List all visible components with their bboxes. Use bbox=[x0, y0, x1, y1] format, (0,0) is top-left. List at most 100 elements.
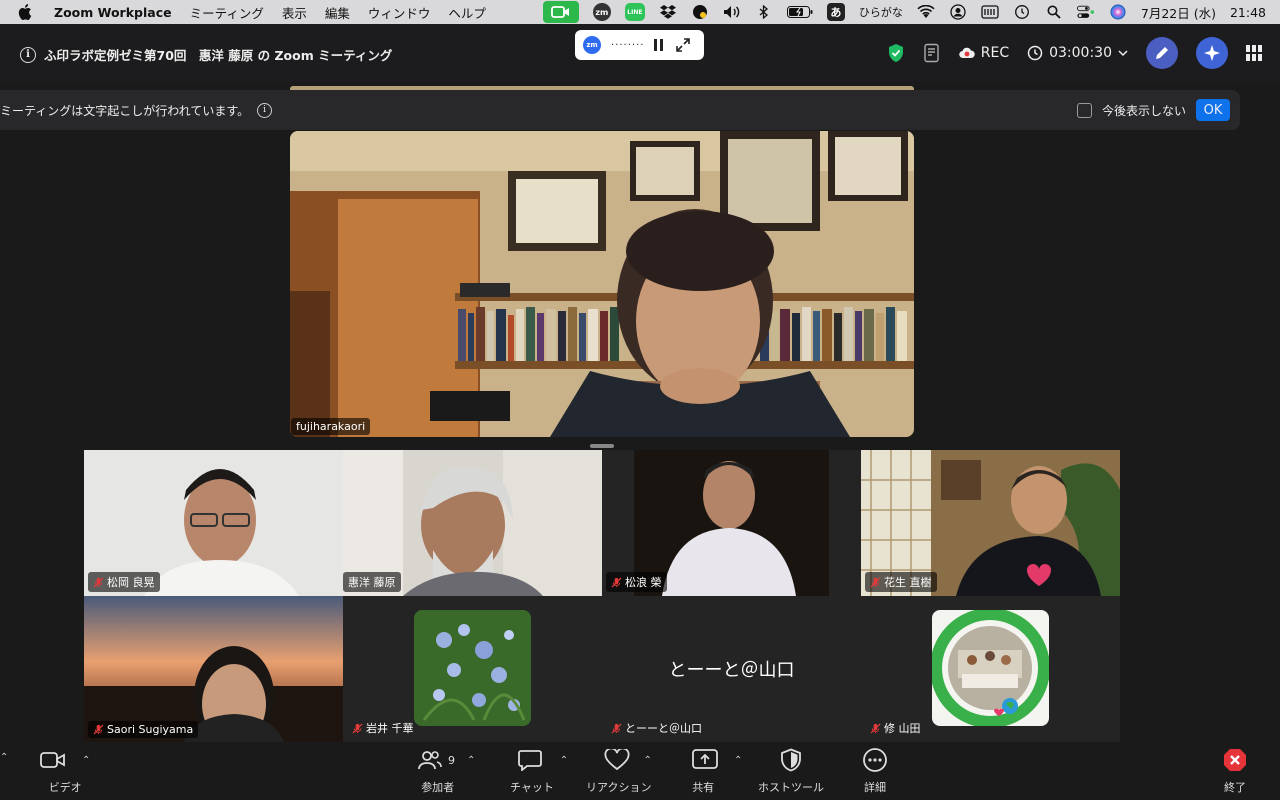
participants-icon bbox=[418, 751, 442, 770]
dont-show-again-label[interactable]: 今後表示しない bbox=[1102, 102, 1186, 119]
meeting-topbar: i ふ印ラボ定例ゼミ第70回 惠洋 藤原 の Zoom ミーティング zm ··… bbox=[0, 24, 1280, 82]
macos-menubar: Zoom Workplace ミーティング 表示 編集 ウィンドウ ヘルプ zm… bbox=[0, 0, 1280, 24]
time-machine-icon[interactable] bbox=[1013, 4, 1031, 20]
share-label: 共有 bbox=[692, 781, 715, 794]
input-method-label[interactable]: ひらがな bbox=[859, 4, 903, 20]
reactions-label: リアクション bbox=[586, 781, 652, 794]
participant-name-tag: 松浪 榮 bbox=[606, 572, 667, 592]
host-shield-icon bbox=[781, 748, 801, 772]
drag-dots-icon[interactable]: ········ bbox=[611, 40, 644, 51]
chevron-up-icon[interactable]: ⌃ bbox=[0, 752, 8, 763]
video-button[interactable]: ⌃ ビデオ bbox=[40, 747, 90, 795]
view-grid-icon[interactable] bbox=[1246, 45, 1262, 61]
video-label: ビデオ bbox=[48, 781, 82, 794]
annotate-button[interactable] bbox=[1146, 37, 1178, 69]
participant-name-tag: 惠洋 藤原 bbox=[343, 572, 401, 592]
menu-meeting[interactable]: ミーティング bbox=[190, 3, 264, 22]
resize-handle[interactable] bbox=[590, 444, 614, 448]
security-shield-icon[interactable] bbox=[887, 43, 905, 63]
zm-menubar-icon[interactable]: zm bbox=[592, 3, 611, 21]
more-label: 詳細 bbox=[864, 781, 886, 794]
volume-icon[interactable] bbox=[723, 4, 741, 20]
apple-icon[interactable] bbox=[18, 4, 36, 20]
spotlight-search-icon[interactable] bbox=[1045, 4, 1063, 20]
line-app-icon[interactable]: LINE bbox=[624, 3, 645, 21]
meeting-timer[interactable]: 03:00:30 bbox=[1027, 45, 1128, 61]
participant-name-tag: とーーと＠山口 bbox=[606, 718, 707, 738]
menu-edit[interactable]: 編集 bbox=[325, 3, 350, 22]
meeting-toolbar: ⌃ ⌃ ビデオ 9 ⌃ 参加者 ⌃ チャット ⌃ リアクション ⌃ 共有 ホスト… bbox=[0, 742, 1280, 800]
ai-companion-button[interactable] bbox=[1196, 37, 1228, 69]
muted-mic-icon bbox=[870, 576, 881, 588]
siri-icon[interactable] bbox=[1109, 4, 1127, 20]
share-screen-icon bbox=[692, 749, 718, 769]
participant-tile[interactable]: 修 山田 bbox=[861, 596, 1120, 742]
notification-app-icon[interactable] bbox=[691, 4, 709, 20]
menubar-date[interactable]: 7月22日 (水) bbox=[1141, 3, 1216, 22]
info-icon[interactable]: i bbox=[20, 46, 36, 63]
meeting-title: ふ印ラボ定例ゼミ第70回 惠洋 藤原 の Zoom ミーティング bbox=[44, 48, 393, 63]
menu-help[interactable]: ヘルプ bbox=[448, 3, 486, 22]
reactions-button[interactable]: ⌃ リアクション bbox=[586, 747, 669, 795]
info-icon[interactable]: i bbox=[257, 102, 273, 118]
clock-icon bbox=[1027, 45, 1043, 61]
chevron-up-icon[interactable]: ⌃ bbox=[560, 755, 568, 766]
participant-name-tag: Saori Sugiyama bbox=[88, 721, 199, 738]
menu-window[interactable]: ウィンドウ bbox=[368, 3, 431, 22]
sparkle-icon bbox=[1204, 45, 1220, 61]
participant-name: とーーと＠山口 bbox=[625, 722, 702, 735]
muted-mic-icon bbox=[611, 722, 622, 734]
participant-tile[interactable]: 花生 直樹 bbox=[861, 450, 1120, 596]
participant-name-tag: fujiharakaori bbox=[291, 418, 371, 435]
bluetooth-icon[interactable] bbox=[755, 4, 773, 20]
app-name-menu[interactable]: Zoom Workplace bbox=[54, 5, 172, 20]
pause-icon[interactable] bbox=[654, 39, 666, 51]
participant-tile[interactable]: Saori Sugiyama bbox=[84, 596, 343, 742]
more-button[interactable]: 詳細 bbox=[862, 747, 888, 795]
participant-tile[interactable]: 岩井 千華 bbox=[343, 596, 602, 742]
participant-tile[interactable]: とーーと＠山口 とーーと＠山口 bbox=[602, 596, 861, 742]
zoom-video-status-icon[interactable] bbox=[542, 1, 579, 23]
floating-meeting-controls: zm ········ bbox=[575, 30, 704, 60]
participant-tile[interactable]: 松岡 良晃 bbox=[84, 450, 343, 596]
menubar-time[interactable]: 21:48 bbox=[1230, 5, 1266, 20]
gallery-view: 松岡 良晃 惠洋 藤原 松浪 榮 花生 直樹 Saori Sugiyama 岩井… bbox=[84, 450, 1120, 742]
host-tools-button[interactable]: ホストツール bbox=[758, 747, 824, 795]
participant-name: 修 山田 bbox=[884, 722, 921, 735]
active-speaker-video[interactable]: fujiharakaori bbox=[290, 131, 914, 437]
participant-name: 惠洋 藤原 bbox=[348, 576, 396, 589]
chevron-up-icon[interactable]: ⌃ bbox=[467, 755, 475, 766]
meeting-info[interactable]: i ふ印ラボ定例ゼミ第70回 惠洋 藤原 の Zoom ミーティング bbox=[20, 45, 392, 64]
speaker-video-frame bbox=[290, 131, 914, 437]
participants-button[interactable]: 9 ⌃ 参加者 bbox=[418, 747, 475, 795]
chat-bubble-icon bbox=[517, 750, 542, 771]
participant-name: Saori Sugiyama bbox=[107, 723, 194, 736]
menu-view[interactable]: 表示 bbox=[282, 3, 307, 22]
participant-name: 岩井 千華 bbox=[366, 722, 414, 735]
participant-tile[interactable]: 惠洋 藤原 bbox=[343, 450, 602, 596]
ok-button[interactable]: OK bbox=[1196, 99, 1230, 121]
participant-name: fujiharakaori bbox=[296, 420, 366, 433]
chevron-up-icon[interactable]: ⌃ bbox=[644, 755, 652, 766]
recording-indicator[interactable]: REC bbox=[958, 45, 1009, 61]
end-meeting-button[interactable]: 終了 bbox=[1222, 747, 1248, 795]
chat-button[interactable]: ⌃ チャット bbox=[510, 747, 576, 795]
user-account-icon[interactable] bbox=[949, 4, 967, 20]
chevron-up-icon[interactable]: ⌃ bbox=[734, 755, 742, 766]
wifi-icon[interactable] bbox=[917, 4, 935, 20]
expand-icon[interactable] bbox=[676, 38, 691, 52]
participant-tile[interactable]: 松浪 榮 bbox=[602, 450, 861, 596]
keyboard-menu-icon[interactable] bbox=[981, 4, 999, 20]
participant-name-tag: 花生 直樹 bbox=[865, 572, 937, 592]
input-method-badge[interactable]: あ bbox=[826, 3, 845, 21]
dropbox-icon[interactable] bbox=[659, 4, 677, 20]
chevron-up-icon[interactable]: ⌃ bbox=[82, 755, 90, 766]
control-center-icon[interactable] bbox=[1076, 4, 1095, 20]
participant-display-name: とーーと＠山口 bbox=[668, 660, 795, 681]
participant-count: 9 bbox=[448, 753, 455, 767]
share-button[interactable]: ⌃ 共有 bbox=[692, 747, 742, 795]
end-x-icon bbox=[1224, 749, 1246, 771]
transcript-icon[interactable] bbox=[923, 43, 941, 63]
battery-icon[interactable] bbox=[786, 4, 813, 20]
dont-show-again-checkbox[interactable] bbox=[1076, 102, 1092, 118]
